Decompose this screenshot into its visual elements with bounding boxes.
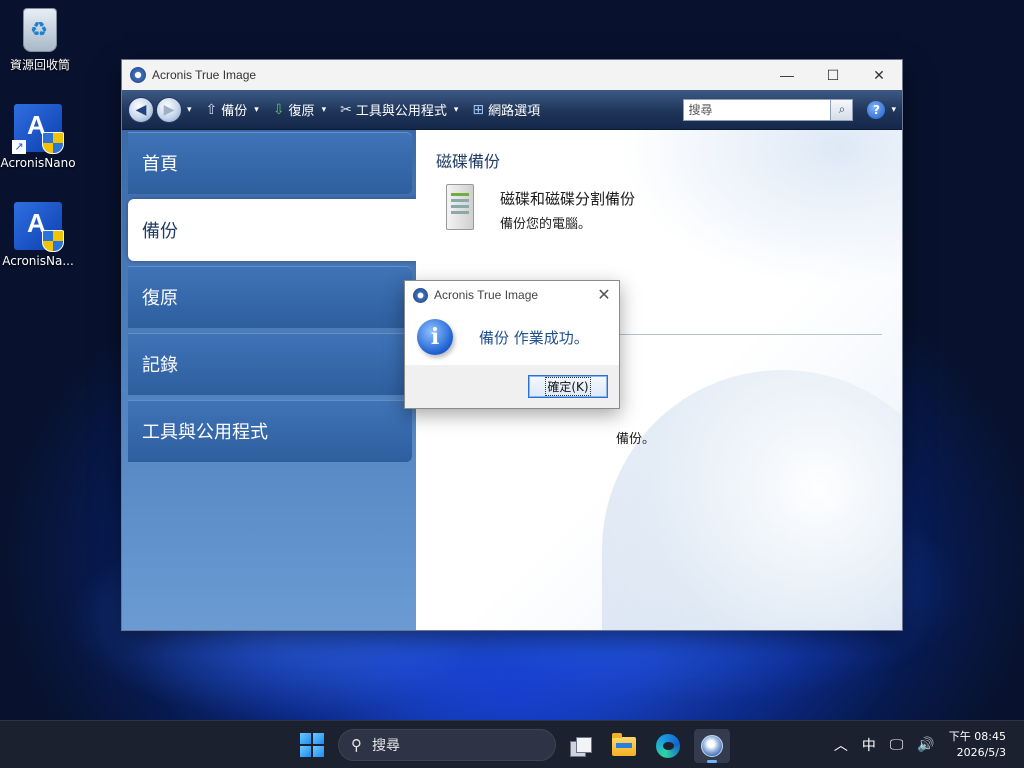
search-icon: ⚲: [351, 736, 362, 754]
chevron-down-icon: ▾: [254, 104, 259, 115]
ok-button[interactable]: 確定(K): [528, 375, 608, 398]
info-icon: i: [417, 319, 453, 355]
search-box: ⌕: [683, 98, 854, 121]
acronis-app-icon: [413, 287, 428, 303]
sidebar-item-home[interactable]: 首頁: [128, 132, 412, 194]
toolbar-backup-menu[interactable]: ⇧ 備份 ▾: [205, 100, 259, 120]
volume-icon[interactable]: 🔊: [917, 737, 934, 753]
edge-icon: [656, 734, 680, 758]
backup-icon: ⇧: [205, 101, 218, 118]
network-icon: ⊞: [472, 101, 485, 118]
main-toolbar: ◀ ▶ ▾ ⇧ 備份 ▾ ⇩ 復原 ▾ ✂ 工具與公用程式 ▾ ⊞ 網路選項 ⌕…: [122, 90, 902, 130]
sidebar-item-backup[interactable]: 備份: [128, 199, 418, 261]
taskbar: ⚲ 搜尋 ︿ 中 🖵 🔊 下午 08:45 2026/5/3: [0, 720, 1024, 768]
back-button[interactable]: ◀: [128, 96, 154, 123]
history-dropdown-icon[interactable]: ▾: [187, 105, 192, 115]
sidebar-item-recovery[interactable]: 復原: [128, 266, 412, 328]
show-hidden-icons-chevron-icon[interactable]: ︿: [834, 735, 848, 755]
ok-button-label: 確定(K): [545, 377, 591, 396]
success-dialog: Acronis True Image ✕ i 備份 作業成功。 確定(K): [404, 280, 620, 409]
chevron-down-icon: ▾: [321, 104, 327, 115]
sidebar: 首頁 備份 復原 記錄 工具與公用程式: [122, 130, 418, 630]
acronis-app-icon: [14, 202, 64, 252]
desktop-icon-label: 資源回收筒: [9, 58, 70, 72]
maximize-button[interactable]: ☐: [810, 60, 856, 90]
desktop-icon-label: AcronisNano: [0, 156, 76, 170]
dialog-body: i 備份 作業成功。: [405, 309, 619, 365]
toolbar-tools-menu[interactable]: ✂ 工具與公用程式 ▾: [340, 100, 459, 120]
minimize-button[interactable]: —: [764, 60, 810, 90]
folder-icon: [612, 732, 636, 756]
close-button[interactable]: ✕: [856, 60, 902, 90]
task-view-button[interactable]: [563, 729, 599, 763]
dialog-message: 備份 作業成功。: [479, 328, 589, 347]
recovery-icon: ⇩: [272, 101, 285, 118]
start-button[interactable]: [300, 733, 324, 757]
desktop-icon-acronis-app[interactable]: AcronisNa...: [0, 202, 76, 268]
desktop-icon-recycle-bin[interactable]: 資源回收筒: [2, 8, 78, 73]
search-icon[interactable]: ⌕: [830, 99, 853, 120]
computer-icon: [442, 184, 486, 234]
disk-backup-task[interactable]: 磁碟和磁碟分割備份 備份您的電腦。: [442, 184, 635, 234]
toolbar-item-label: 備份: [221, 104, 248, 119]
task-description: 備份您的電腦。: [500, 217, 592, 232]
acronis-taskbar-button[interactable]: [694, 729, 730, 763]
taskbar-search-label: 搜尋: [372, 738, 400, 754]
task-view-icon: [570, 737, 592, 757]
acronis-app-icon: [130, 67, 146, 83]
dialog-title: Acronis True Image: [434, 288, 539, 302]
decorative-dome: [602, 370, 902, 630]
toolbar-item-label: 復原: [288, 104, 315, 119]
acronis-app-icon: [701, 735, 723, 757]
clock-date: 2026/5/3: [956, 746, 1006, 759]
desktop-icon-label: AcronisNa...: [2, 254, 74, 268]
help-dropdown-icon[interactable]: ▾: [891, 105, 896, 115]
clock[interactable]: 下午 08:45 2026/5/3: [949, 729, 1006, 761]
sidebar-item-log[interactable]: 記錄: [128, 333, 412, 395]
file-explorer-button[interactable]: [606, 729, 642, 763]
section-title: 磁碟備份: [436, 152, 501, 171]
task-title: 磁碟和磁碟分割備份: [500, 190, 636, 208]
search-input[interactable]: [684, 99, 831, 120]
taskbar-search[interactable]: ⚲ 搜尋: [338, 729, 556, 761]
toolbar-network-options[interactable]: ⊞ 網路選項: [472, 100, 541, 120]
network-status-icon[interactable]: 🖵: [890, 737, 904, 753]
toolbar-recovery-menu[interactable]: ⇩ 復原 ▾: [272, 100, 327, 120]
toolbar-item-label: 工具與公用程式: [355, 104, 447, 119]
help-icon[interactable]: ?: [867, 100, 886, 119]
dialog-titlebar[interactable]: Acronis True Image ✕: [405, 281, 619, 309]
sidebar-item-tools[interactable]: 工具與公用程式: [128, 400, 412, 462]
recycle-bin-icon: [23, 8, 57, 52]
forward-button[interactable]: ▶: [156, 96, 182, 123]
acronis-shortcut-icon: ↗: [12, 104, 64, 154]
system-tray: ︿ 中 🖵 🔊 下午 08:45 2026/5/3: [834, 721, 1024, 768]
dialog-close-button[interactable]: ✕: [589, 285, 619, 305]
edge-browser-button[interactable]: [650, 729, 686, 763]
obscured-task-description: 備份。: [616, 432, 656, 447]
clock-time: 下午 08:45: [948, 730, 1006, 743]
chevron-down-icon: ▾: [453, 104, 459, 115]
toolbar-item-label: 網路選項: [488, 104, 541, 119]
tools-icon: ✂: [340, 101, 352, 118]
window-titlebar[interactable]: Acronis True Image — ☐ ✕: [122, 60, 902, 90]
desktop-icon-acronis-shortcut[interactable]: ↗ AcronisNano: [0, 104, 76, 170]
dialog-footer: 確定(K): [405, 365, 619, 408]
window-title: Acronis True Image: [152, 68, 257, 82]
input-method-indicator[interactable]: 中: [862, 735, 876, 755]
